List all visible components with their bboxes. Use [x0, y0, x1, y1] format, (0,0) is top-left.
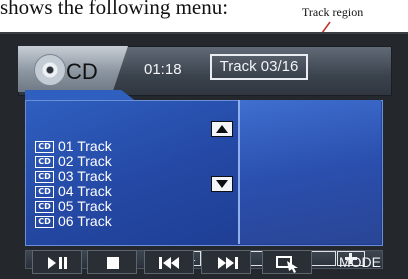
- stop-button[interactable]: [87, 250, 137, 274]
- playback-time: 01:18: [144, 61, 182, 78]
- skip-next-icon: [218, 257, 238, 269]
- play-pause-icon: [48, 257, 67, 269]
- track-item-label: 02 Track: [58, 153, 112, 169]
- mode-button[interactable]: MODE: [331, 250, 389, 274]
- next-track-button[interactable]: [201, 250, 251, 274]
- cd-badge-icon: CD: [35, 215, 54, 228]
- scroll-up-button[interactable]: [211, 121, 233, 137]
- track-item[interactable]: CD 05 Track: [35, 199, 185, 214]
- track-item[interactable]: CD 03 Track: [35, 169, 185, 184]
- track-item-label: 05 Track: [58, 198, 112, 214]
- cd-badge-icon: CD: [35, 185, 54, 198]
- track-item-label: 06 Track: [58, 213, 112, 229]
- track-item[interactable]: CD 04 Track: [35, 184, 185, 199]
- bezel-edge: [0, 32, 408, 34]
- stop-icon: [107, 257, 119, 269]
- track-list: CD 01 Track CD 02 Track CD 03 Track CD 0…: [35, 139, 185, 229]
- head-unit-screen: CD 01:18 Track 03/16 CD 01 Track CD 02 T…: [0, 32, 408, 279]
- track-item-label: 01 Track: [58, 138, 112, 154]
- tool-icon: [276, 256, 298, 273]
- play-pause-button[interactable]: [32, 250, 82, 274]
- disc-icon: [34, 54, 66, 86]
- tool-button[interactable]: [262, 250, 312, 274]
- scroll-down-button[interactable]: [211, 176, 233, 192]
- cd-badge-icon: CD: [35, 200, 54, 213]
- track-item[interactable]: CD 02 Track: [35, 154, 185, 169]
- triangle-up-icon: [216, 125, 228, 133]
- cd-badge-icon: CD: [35, 140, 54, 153]
- skip-previous-icon: [159, 257, 179, 269]
- cd-badge-icon: CD: [35, 170, 54, 183]
- info-pane: [240, 100, 381, 244]
- cd-badge-icon: CD: [35, 155, 54, 168]
- pane-divider: [238, 100, 240, 244]
- previous-track-button[interactable]: [144, 250, 194, 274]
- triangle-down-icon: [216, 180, 228, 188]
- track-indicator: Track 03/16: [210, 54, 308, 80]
- track-item[interactable]: CD 06 Track: [35, 214, 185, 229]
- track-item-label: 04 Track: [58, 183, 112, 199]
- track-item[interactable]: CD 01 Track: [35, 139, 185, 154]
- track-item-label: 03 Track: [58, 168, 112, 184]
- source-label: CD: [66, 59, 98, 84]
